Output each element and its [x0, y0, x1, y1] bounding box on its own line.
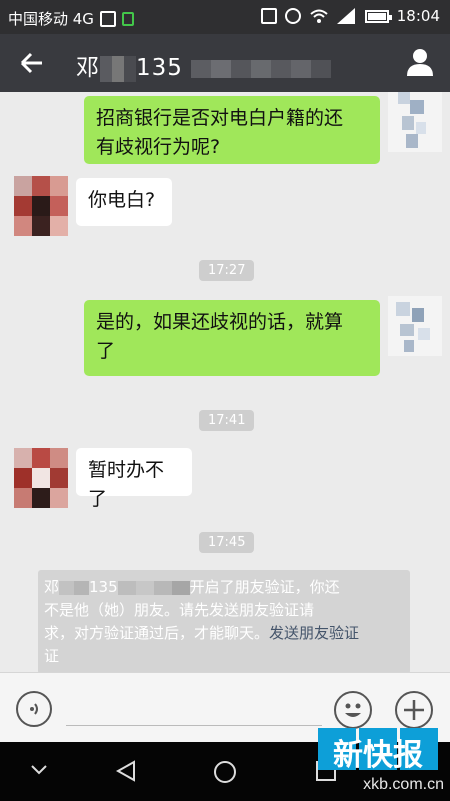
clock: 18:04: [396, 7, 440, 25]
message-text-line: 了: [96, 340, 116, 362]
notice-line: 不是他（她）朋友。请先发送朋友验证请: [44, 601, 315, 619]
watermark-brand: 新快报: [333, 738, 423, 773]
timestamp: 17:45: [199, 532, 255, 553]
back-triangle-icon[interactable]: [114, 759, 138, 783]
battery-icon: [364, 9, 392, 23]
carrier-label: 中国移动 4G: [8, 10, 94, 28]
message-text-line: 是的，如果还歧视的话，就算: [96, 311, 344, 333]
message-text-line: 有歧视行为呢?: [96, 136, 221, 158]
home-circle-icon[interactable]: [212, 759, 238, 785]
outgoing-message[interactable]: 招商银行是否对电白户籍的还 有歧视行为呢?: [84, 96, 380, 164]
message-input-underline[interactable]: [66, 725, 322, 726]
contact-name-suffix: 135: [136, 55, 183, 81]
my-avatar[interactable]: [388, 92, 442, 152]
emoji-button[interactable]: [334, 691, 372, 729]
notice-text: 开启了朋友验证，你还: [189, 578, 340, 596]
incoming-message[interactable]: 暂时办不了: [76, 448, 192, 510]
chat-info-person-icon[interactable]: [404, 46, 436, 78]
my-avatar[interactable]: [388, 296, 442, 356]
chevron-down-icon[interactable]: [30, 764, 48, 776]
message-text-line: 招商银行是否对电白户籍的还: [96, 107, 344, 129]
send-friend-request-link[interactable]: 发送朋友验证: [269, 624, 359, 642]
notice-text: 求，对方验证通过后，才能聊天。: [44, 624, 270, 642]
notice-line: 邓 135 开启了朋友验证，你还: [44, 576, 404, 599]
notice-redaction-mosaic: [59, 580, 90, 595]
notice-text: 135: [89, 578, 118, 596]
contact-avatar[interactable]: [14, 176, 68, 236]
outgoing-message[interactable]: 是的，如果还歧视的话，就算 了: [84, 300, 380, 376]
vibrate-icon: [260, 8, 277, 24]
lock-notification-icon: [121, 11, 134, 26]
status-bar: 中国移动 4G 18:04: [0, 0, 450, 34]
notice-text: 邓: [44, 578, 60, 596]
chat-title: 邓 135: [76, 48, 331, 82]
notice-line: 求，对方验证通过后，才能聊天。发送朋友验证: [44, 622, 404, 645]
notice-redaction-mosaic: [117, 580, 190, 595]
contact-avatar[interactable]: [14, 448, 68, 508]
voice-wave-icon: [30, 703, 38, 715]
watermark-url: xkb.com.cn: [363, 776, 444, 793]
plus-icon: [404, 700, 424, 720]
smiley-icon: [345, 703, 361, 717]
timestamp: 17:27: [199, 260, 255, 281]
back-arrow-icon[interactable]: [14, 46, 48, 80]
message-list[interactable]: 招商银行是否对电白户籍的还 有歧视行为呢? 你电白? 17:27 是的，如果还歧…: [0, 92, 450, 674]
friend-verification-notice: 邓 135 开启了朋友验证，你还 不是他（她）朋友。请先发送朋友验证请 求，对方验证…: [38, 570, 410, 674]
name-redaction-mosaic: [100, 55, 136, 82]
wifi-icon: [310, 9, 328, 23]
chat-header: 邓 135: [0, 34, 450, 92]
notice-line: 证: [44, 647, 60, 665]
message-text: 你电白?: [88, 189, 156, 211]
more-options-button[interactable]: [395, 691, 433, 729]
message-text: 暂时办不了: [88, 459, 165, 510]
signal-icon: [336, 8, 355, 24]
timestamp: 17:41: [199, 410, 255, 431]
incoming-message[interactable]: 你电白?: [76, 178, 172, 226]
contact-name-prefix: 邓: [76, 55, 100, 81]
alarm-icon: [284, 8, 301, 24]
number-redaction-mosaic: [190, 59, 331, 78]
image-notification-icon: [99, 10, 116, 27]
voice-input-button[interactable]: [16, 691, 52, 727]
